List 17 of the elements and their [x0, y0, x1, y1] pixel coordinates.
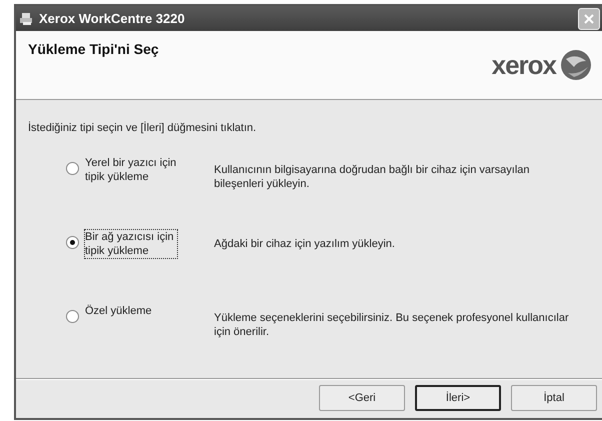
- logo-text: xerox: [492, 50, 556, 81]
- printer-icon: [20, 12, 34, 26]
- install-type-radio[interactable]: Özel yükleme: [66, 304, 214, 323]
- wizard-button[interactable]: İptal: [511, 385, 597, 412]
- close-icon: [583, 12, 595, 25]
- option-description: Kullanıcının bilgisayarına doğrudan bağlı bir cihaz için varsayılan bileşenleri yükleyin.: [214, 162, 531, 192]
- close-button[interactable]: [578, 8, 600, 30]
- instruction-text: İstediğiniz tipi seçin ve [İleri] düğmesini tıklatın.: [28, 122, 258, 134]
- wizard-button[interactable]: İleri>: [415, 385, 501, 412]
- wizard-button[interactable]: <Geri: [319, 385, 405, 412]
- page-title: Yükleme Tipi'ni Seç: [28, 41, 159, 58]
- option-description: Yükleme seçeneklerini seçebilirsiniz. Bu seçenek profesyonel kullanıcılar için önerilir.: [214, 310, 570, 340]
- globe-icon: [560, 49, 592, 82]
- option-description: Ağdaki bir cihaz için yazılım yükleyin.: [214, 236, 396, 252]
- install-type-radio[interactable]: Bir ağ yazıcısı için tipik yükleme: [66, 230, 214, 258]
- install-type-radio[interactable]: Yerel bir yazıcı için tipik yükleme: [66, 156, 214, 184]
- window-title: Xerox WorkCentre 3220: [39, 11, 186, 26]
